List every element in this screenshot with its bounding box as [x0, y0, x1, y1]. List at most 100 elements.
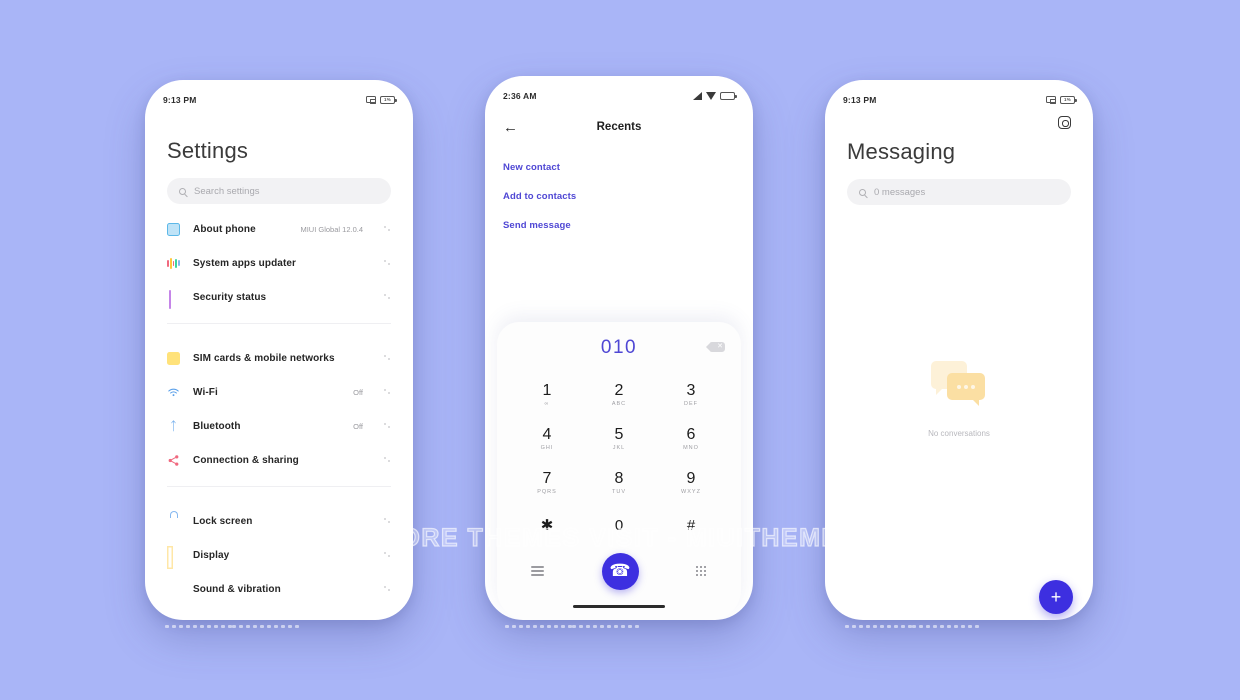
dialpad-key-star[interactable]: ✱: [511, 504, 583, 548]
settings-row-label: SIM cards & mobile networks: [193, 352, 335, 364]
settings-row-label: Wi-Fi: [193, 386, 218, 398]
messaging-toolbar: [847, 116, 1071, 129]
key-number: 7: [542, 469, 552, 487]
signal-icon: [693, 91, 702, 100]
about-phone-icon: [167, 222, 180, 236]
dialer-header: ← Recents: [503, 110, 735, 144]
search-placeholder: 0 messages: [874, 186, 926, 198]
chevron-right-icon: [384, 517, 391, 526]
key-number: 4: [542, 425, 552, 443]
settings-row-value: MIUI Global 12.0.4: [300, 224, 363, 234]
call-button[interactable]: ☎: [601, 552, 639, 590]
key-sublabel: DEF: [684, 400, 698, 407]
phone-screen-messaging: 9:13 PM 1% Messaging 0 messages No conve…: [825, 80, 1093, 620]
key-sublabel: MNO: [683, 444, 699, 451]
group-divider: [167, 323, 391, 324]
status-icons: 1%: [366, 95, 397, 104]
battery-icon: [720, 91, 737, 100]
settings-row-bluetooth[interactable]: ᛏ Bluetooth Off: [167, 409, 391, 443]
lock-screen-icon: [167, 515, 180, 528]
number-display-row: 010 ✕: [497, 326, 741, 370]
search-input[interactable]: 0 messages: [847, 179, 1071, 205]
connection-sharing-icon: [167, 454, 180, 467]
system-apps-updater-icon: [167, 257, 180, 270]
dialpad-key-2[interactable]: 2 ABC: [583, 372, 655, 416]
settings-row-value: Off: [353, 421, 363, 431]
key-number: 8: [614, 469, 624, 487]
dialpad-key-4[interactable]: 4 GHI: [511, 416, 583, 460]
settings-row-display[interactable]: Display: [167, 538, 391, 572]
chevron-right-icon: [384, 388, 391, 397]
key-sublabel: TUV: [612, 488, 626, 495]
chevron-right-icon: [384, 585, 391, 594]
key-number: #: [686, 516, 696, 534]
dialpad-key-hash[interactable]: #: [655, 504, 727, 548]
key-number: 5: [614, 425, 624, 443]
mute-icon: [1046, 96, 1056, 104]
back-arrow-icon[interactable]: ←: [503, 119, 527, 136]
key-sublabel: ABC: [611, 400, 627, 407]
dialpad-key-7[interactable]: 7 PQRS: [511, 460, 583, 504]
settings-row-lock-screen[interactable]: Lock screen: [167, 504, 391, 538]
security-status-icon: [167, 289, 180, 309]
settings-row-wifi[interactable]: Wi-Fi Off: [167, 375, 391, 409]
key-number: 6: [686, 425, 696, 443]
settings-group-3: Lock screen Display Sound & vibration: [167, 496, 391, 606]
page-title: Recents: [596, 121, 642, 133]
dialpad-key-6[interactable]: 6 MNO: [655, 416, 727, 460]
new-message-fab[interactable]: +: [1039, 580, 1073, 614]
sim-cards-icon: [167, 351, 180, 365]
status-bar: 2:36 AM: [485, 76, 753, 106]
send-message-action[interactable]: Send message: [503, 220, 735, 231]
dialpad-keys: 1 ∞ 2 ABC 3 DEF 4 GHI 5 JKL 6 MNO 7 PQRS…: [497, 370, 741, 548]
battery-icon: 1%: [380, 95, 397, 104]
bluetooth-icon: ᛏ: [169, 418, 178, 433]
dialpad-key-3[interactable]: 3 DEF: [655, 372, 727, 416]
chevron-right-icon: [384, 422, 391, 431]
status-bar: 9:13 PM 1%: [825, 80, 1093, 110]
search-icon: [859, 188, 866, 196]
search-placeholder: Search settings: [194, 185, 260, 197]
settings-row-label: Sound & vibration: [193, 583, 281, 595]
settings-row-security-status[interactable]: Security status: [167, 280, 391, 314]
settings-group-1: About phone MIUI Global 12.0.4 System ap…: [167, 204, 391, 314]
wifi-icon: [167, 386, 180, 399]
messaging-content: Messaging 0 messages No conversations +: [825, 116, 1093, 620]
keypad-grid-icon[interactable]: [696, 566, 707, 576]
settings-row-about-phone[interactable]: About phone MIUI Global 12.0.4: [167, 212, 391, 246]
dialpad-key-1[interactable]: 1 ∞: [511, 372, 583, 416]
status-icons: 1%: [1046, 95, 1077, 104]
chevron-right-icon: [384, 551, 391, 560]
dialpad-key-0[interactable]: 0: [583, 504, 655, 548]
search-input[interactable]: Search settings: [167, 178, 391, 204]
dialpad-key-5[interactable]: 5 JKL: [583, 416, 655, 460]
chevron-right-icon: [384, 225, 391, 234]
settings-row-system-apps-updater[interactable]: System apps updater: [167, 246, 391, 280]
status-time: 9:13 PM: [843, 94, 877, 105]
empty-state: No conversations: [825, 361, 1093, 438]
settings-row-label: Security status: [193, 291, 267, 303]
phone-screen-dialer: 2:36 AM ← Recents New contact Add to con…: [485, 76, 753, 620]
search-icon: [179, 187, 186, 195]
settings-row-sim-cards[interactable]: SIM cards & mobile networks: [167, 341, 391, 375]
battery-icon: 1%: [1060, 95, 1077, 104]
settings-row-sound-vibration[interactable]: Sound & vibration: [167, 572, 391, 606]
gear-icon[interactable]: [1058, 116, 1071, 129]
key-sublabel: JKL: [612, 444, 626, 451]
key-number: 1: [542, 381, 552, 399]
settings-content: Settings Search settings About phone MIU…: [145, 138, 413, 606]
settings-row-value: Off: [353, 387, 363, 397]
new-contact-action[interactable]: New contact: [503, 162, 735, 173]
add-to-contacts-action[interactable]: Add to contacts: [503, 191, 735, 202]
menu-icon[interactable]: [531, 564, 544, 579]
dialpad-key-9[interactable]: 9 WXYZ: [655, 460, 727, 504]
backspace-icon[interactable]: ✕: [706, 342, 725, 352]
dialed-number[interactable]: 010: [601, 337, 637, 359]
dialpad-key-8[interactable]: 8 TUV: [583, 460, 655, 504]
page-title: Settings: [167, 138, 249, 163]
chevron-right-icon: [384, 456, 391, 465]
display-icon: [167, 549, 180, 562]
settings-group-2: SIM cards & mobile networks Wi-Fi Off ᛏ: [167, 333, 391, 477]
settings-row-connection-sharing[interactable]: Connection & sharing: [167, 443, 391, 477]
settings-row-label: Bluetooth: [193, 420, 241, 432]
